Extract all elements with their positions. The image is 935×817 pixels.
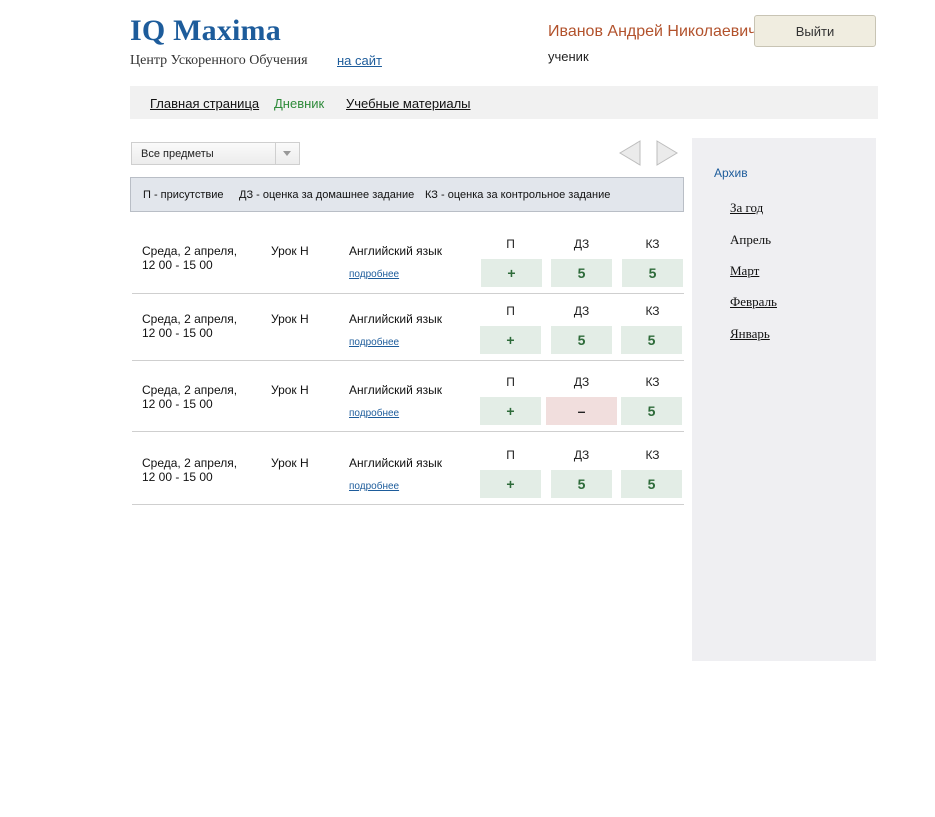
user-role: ученик: [548, 49, 589, 64]
mark-kz: 5: [621, 470, 682, 498]
more-link[interactable]: подробнее: [349, 481, 399, 492]
lesson-subject: Английский язык: [349, 312, 443, 326]
archive-item-april: Апрель: [730, 232, 772, 247]
mark-header-dz: ДЗ: [573, 304, 590, 318]
lesson-date: Среда, 2 апреля, 12 00 - 15 00: [142, 244, 238, 272]
subject-select-value: Все предметы: [141, 148, 214, 160]
archive-item-february[interactable]: Февраль: [730, 294, 777, 310]
lesson-row: Среда, 2 апреля, 12 00 - 15 00 Урок Н Ан…: [132, 294, 684, 361]
lesson-date: Среда, 2 апреля, 12 00 - 15 00: [142, 456, 238, 484]
mark-p: +: [481, 259, 542, 287]
lesson-subject: Английский язык: [349, 456, 443, 470]
archive-sidebar: Архив За год Апрель Март Февраль Январь: [692, 138, 876, 661]
to-site-link[interactable]: на сайт: [337, 53, 382, 68]
more-link[interactable]: подробнее: [349, 269, 399, 280]
subject-select[interactable]: Все предметы: [131, 142, 300, 165]
site-subtitle: Центр Ускоренного Обучения: [130, 53, 308, 68]
mark-p: +: [480, 397, 541, 425]
mark-header-kz: КЗ: [645, 237, 660, 251]
legend-p: П - присутствие: [143, 189, 224, 201]
lesson-date: Среда, 2 апреля, 12 00 - 15 00: [142, 312, 238, 340]
lesson-row: Среда, 2 апреля, 12 00 - 15 00 Урок Н Ан…: [132, 228, 684, 294]
lesson-date: Среда, 2 апреля, 12 00 - 15 00: [142, 383, 238, 411]
mark-header-p: П: [506, 448, 515, 462]
lesson-row: Среда, 2 апреля, 12 00 - 15 00 Урок Н Ан…: [132, 432, 684, 505]
mark-header-kz: КЗ: [645, 304, 660, 318]
mark-dz: 5: [551, 326, 612, 354]
mark-kz: 5: [622, 259, 683, 287]
row-divider: [132, 504, 684, 505]
main-nav: Главная страница Дневник Учебные материа…: [130, 86, 878, 119]
legend-dz: ДЗ - оценка за домашнее задание: [239, 189, 415, 201]
mark-header-p: П: [506, 237, 515, 251]
mark-dz: 5: [551, 259, 612, 287]
mark-p: +: [480, 326, 541, 354]
marks-legend: П - присутствие ДЗ - оценка за домашнее …: [130, 177, 684, 212]
chevron-down-icon[interactable]: [275, 143, 299, 164]
lesson-row: Среда, 2 апреля, 12 00 - 15 00 Урок Н Ан…: [132, 361, 684, 432]
more-link[interactable]: подробнее: [349, 408, 399, 419]
more-link[interactable]: подробнее: [349, 337, 399, 348]
nav-item-materials[interactable]: Учебные материалы: [346, 96, 471, 111]
lesson-subject: Английский язык: [349, 383, 443, 397]
mark-header-p: П: [506, 375, 515, 389]
lesson-name: Урок Н: [271, 312, 309, 326]
mark-header-dz: ДЗ: [573, 375, 590, 389]
mark-dz: 5: [551, 470, 612, 498]
next-arrow-icon[interactable]: [656, 140, 678, 171]
archive-item-january[interactable]: Январь: [730, 326, 770, 342]
archive-title: Архив: [714, 166, 748, 180]
logout-button[interactable]: Выйти: [754, 15, 876, 47]
lesson-name: Урок Н: [271, 244, 309, 258]
lesson-name: Урок Н: [271, 456, 309, 470]
mark-p: +: [480, 470, 541, 498]
mark-header-kz: КЗ: [645, 448, 660, 462]
mark-header-p: П: [506, 304, 515, 318]
mark-header-kz: КЗ: [645, 375, 660, 389]
lesson-name: Урок Н: [271, 383, 309, 397]
lesson-subject: Английский язык: [349, 244, 443, 258]
mark-kz: 5: [621, 326, 682, 354]
nav-item-diary[interactable]: Дневник: [274, 96, 324, 111]
logo[interactable]: IQ Maxima: [130, 14, 281, 48]
mark-dz: –: [546, 397, 617, 425]
archive-item-year[interactable]: За год: [730, 200, 763, 216]
user-name: Иванов Андрей Николаевич: [548, 23, 757, 40]
mark-header-dz: ДЗ: [573, 448, 590, 462]
legend-kz: КЗ - оценка за контрольное задание: [425, 189, 611, 201]
mark-kz: 5: [621, 397, 682, 425]
nav-item-home[interactable]: Главная страница: [150, 96, 259, 111]
prev-arrow-icon[interactable]: [619, 140, 641, 171]
mark-header-dz: ДЗ: [573, 237, 590, 251]
archive-item-march[interactable]: Март: [730, 263, 759, 279]
